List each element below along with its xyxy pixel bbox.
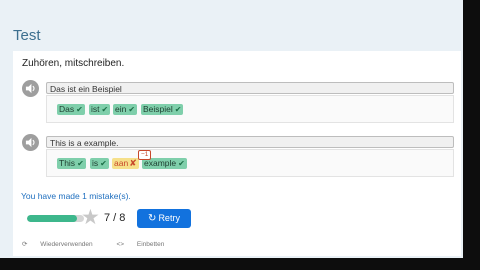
check-icon: ✔ [128, 105, 136, 114]
sentence-bar: This is a example. [46, 136, 454, 148]
answer-box[interactable]: Das ✔ ist ✔ ein ✔ Beispiel ✔ [46, 95, 454, 123]
check-icon: ✔ [174, 105, 182, 114]
word-chip: Beispiel ✔ [141, 104, 184, 115]
check-icon: ✔ [77, 159, 84, 168]
check-icon: ✔ [101, 105, 109, 114]
word-chip: is ✔ [90, 158, 109, 169]
embed-link[interactable]: <> Einbetten [116, 241, 175, 248]
cross-icon: ✘ [129, 158, 137, 168]
reuse-link[interactable]: ⟳ Wiederverwenden [22, 241, 104, 248]
mistakes-summary: You have made 1 mistake(s). [21, 191, 131, 201]
app-window: Test Zuhören, mitschreiben. Das ist ein … [0, 0, 463, 258]
sentence-bar: Das ist ein Beispiel [46, 82, 454, 94]
progress-fill [27, 215, 77, 222]
speaker-icon[interactable] [22, 134, 39, 151]
progress-bar [27, 215, 84, 222]
word-chip: ist ✔ [89, 104, 111, 115]
mistake-badge: −1 [138, 150, 152, 160]
page-title: Test [13, 27, 41, 44]
word-chip: Das ✔ [57, 104, 85, 115]
reuse-icon: ⟳ [22, 241, 28, 248]
word-chip-wrong: aan✘ [112, 158, 139, 169]
check-icon: ✔ [100, 159, 107, 168]
check-icon: ✔ [178, 159, 185, 168]
header: Test [0, 24, 463, 48]
speaker-icon[interactable] [22, 80, 39, 97]
star-icon: ★ [81, 206, 100, 229]
check-icon: ✔ [76, 105, 83, 114]
score-text: 7 / 8 [104, 212, 126, 224]
word-chip: This ✔ [57, 158, 86, 169]
embed-icon: <> [116, 241, 125, 248]
footer: ⟳ Wiederverwenden <> Einbetten [22, 240, 186, 248]
retry-icon: ↻ [148, 213, 157, 224]
answer-box[interactable]: This ✔ is ✔ aan✘ example ✔ [46, 149, 454, 177]
retry-button[interactable]: ↻ Retry [137, 209, 191, 228]
instruction-text: Zuhören, mitschreiben. [22, 58, 125, 69]
word-chip: ein ✔ [113, 104, 138, 115]
